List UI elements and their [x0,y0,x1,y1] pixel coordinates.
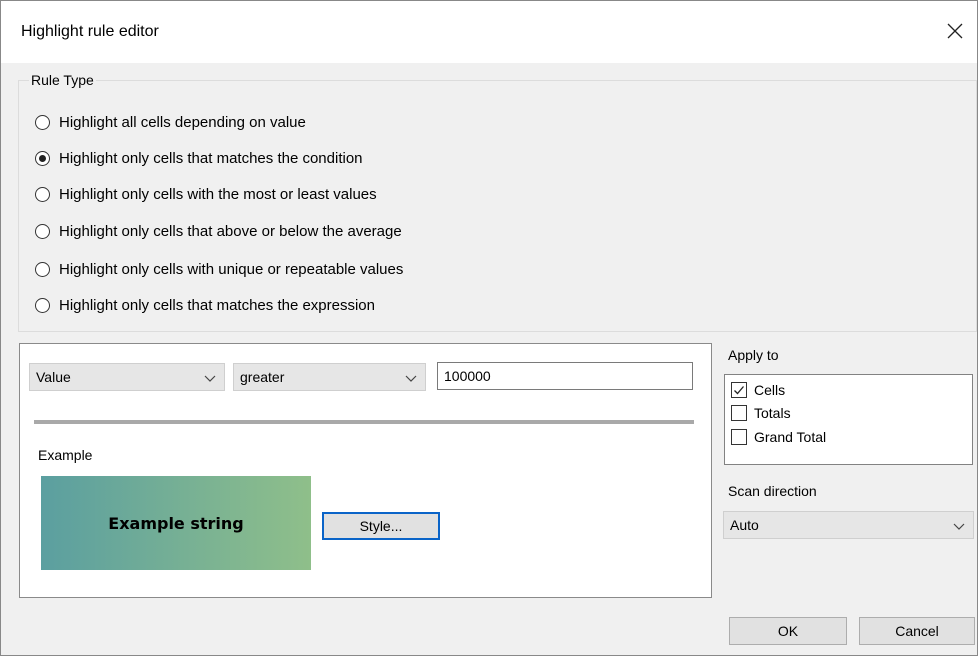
condition-panel: Value greater 100000 Example Example str… [19,343,712,598]
apply-to-item-cells[interactable]: Cells [731,379,785,401]
checkbox-label: Grand Total [754,429,827,445]
checkbox-label: Cells [754,382,786,398]
checkbox[interactable] [731,429,747,445]
condition-value-input[interactable]: 100000 [437,362,693,390]
radio-button[interactable] [35,186,50,202]
condition-value-text: 100000 [444,368,491,384]
rule-type-legend: Rule Type [29,72,96,88]
separator-line [34,420,694,424]
dialog-title: Highlight rule editor [21,23,159,40]
example-preview: Example string [41,476,311,570]
checkmark-icon [734,386,744,395]
radio-button[interactable] [35,261,50,277]
chevron-down-icon [204,375,216,382]
radio-label: Highlight only cells that above or below… [59,222,402,240]
radio-label: Highlight only cells with unique or repe… [59,260,404,278]
field-select[interactable]: Value [29,363,225,391]
radio-label: Highlight only cells that matches the co… [59,149,363,167]
close-button[interactable] [939,15,971,47]
checkbox-label: Totals [754,405,791,421]
radio-option-all-cells[interactable]: Highlight all cells depending on value [35,111,306,133]
field-select-value: Value [36,369,71,385]
operator-select-value: greater [240,369,285,385]
example-label: Example [38,447,93,463]
chevron-down-icon [953,523,965,530]
title-bar: Highlight rule editor [1,1,977,63]
apply-to-label: Apply to [728,347,779,363]
radio-option-unique-repeatable[interactable]: Highlight only cells with unique or repe… [35,258,403,280]
radio-button[interactable] [35,223,50,239]
radio-label: Highlight only cells with the most or le… [59,185,377,203]
scan-direction-value: Auto [730,517,759,533]
radio-option-expression[interactable]: Highlight only cells that matches the ex… [35,294,375,316]
operator-select[interactable]: greater [233,363,426,391]
radio-button[interactable] [35,297,50,313]
scan-direction-select[interactable]: Auto [723,511,974,539]
style-button-label: Style... [359,518,403,534]
radio-option-most-least[interactable]: Highlight only cells with the most or le… [35,183,377,205]
example-preview-text: Example string [108,513,244,533]
ok-button[interactable]: OK [729,617,847,645]
radio-option-average[interactable]: Highlight only cells that above or below… [35,220,402,242]
radio-option-matches-condition[interactable]: Highlight only cells that matches the co… [35,147,363,169]
close-icon [947,23,963,39]
radio-button-selected[interactable] [35,150,50,166]
ok-button-label: OK [777,623,799,639]
apply-to-list[interactable]: Cells Totals Grand Total [724,374,973,465]
cancel-button-label: Cancel [895,623,939,639]
apply-to-item-grand-total[interactable]: Grand Total [731,426,826,448]
style-button[interactable]: Style... [322,512,440,540]
radio-label: Highlight all cells depending on value [59,113,306,131]
dialog-window: Highlight rule editor Rule Type Highligh… [0,0,978,656]
checkbox[interactable] [731,405,747,421]
chevron-down-icon [405,375,417,382]
radio-button[interactable] [35,114,50,130]
scan-direction-label: Scan direction [728,483,817,499]
radio-label: Highlight only cells that matches the ex… [59,296,375,314]
checkbox-checked[interactable] [731,382,747,398]
apply-to-item-totals[interactable]: Totals [731,402,791,424]
cancel-button[interactable]: Cancel [859,617,975,645]
